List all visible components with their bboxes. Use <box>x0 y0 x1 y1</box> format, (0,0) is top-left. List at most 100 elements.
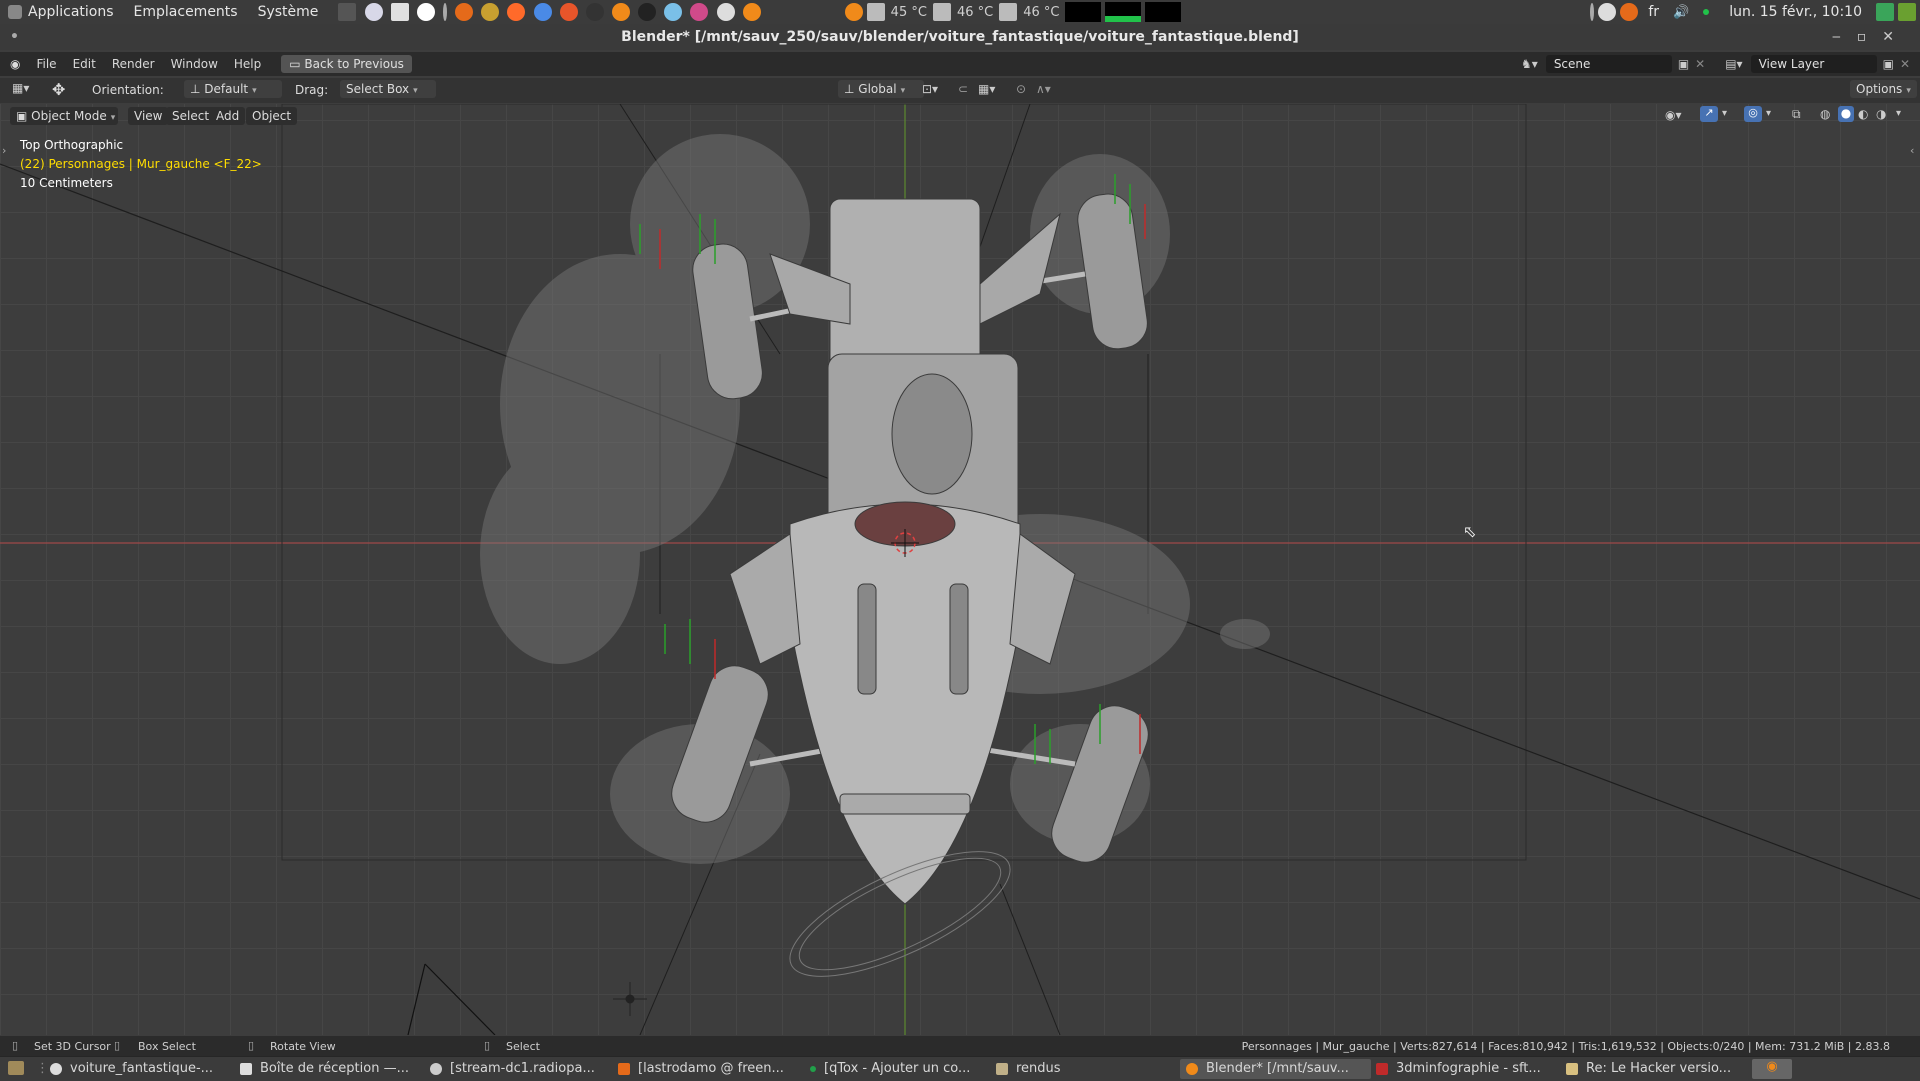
editor-type-icon[interactable]: ▦▾ <box>12 81 29 95</box>
maximize-icon[interactable]: ▫ <box>1857 29 1883 45</box>
obs-icon[interactable] <box>585 3 604 21</box>
x-tray-icon[interactable] <box>1620 3 1639 21</box>
overlay-dropdown-icon[interactable]: ▾ <box>1766 108 1771 119</box>
show-desktop-icon[interactable] <box>8 1061 24 1075</box>
menu-systeme[interactable]: Système <box>258 4 319 20</box>
scene-new-icon[interactable]: ▣ <box>1678 57 1689 71</box>
mode-dropdown[interactable]: ▣ Object Mode ▾ <box>10 107 118 125</box>
task-3dminfographie[interactable]: 3dminfographie - sft... <box>1376 1059 1556 1079</box>
menu-window[interactable]: Window <box>171 57 218 71</box>
menu-help[interactable]: Help <box>234 57 261 71</box>
back-to-previous-button[interactable]: ▭ Back to Previous <box>281 55 412 73</box>
scene-icon[interactable]: ♞▾ <box>1521 57 1538 71</box>
pinwheel-icon[interactable] <box>690 3 709 21</box>
snap-toggle-icon[interactable]: ⊂ <box>958 82 968 96</box>
task-blender[interactable]: Blender* [/mnt/sauv... <box>1180 1059 1371 1079</box>
pivot-point-icon[interactable]: ⊡▾ <box>922 82 938 96</box>
blender-icon[interactable] <box>611 3 630 21</box>
hexchat-task-icon <box>618 1062 630 1075</box>
task-boite-de-reception[interactable]: Boîte de réception —... <box>240 1059 415 1079</box>
blender-tray-icon[interactable] <box>844 3 863 21</box>
scene-field[interactable]: Scene <box>1545 55 1672 73</box>
volume-icon[interactable]: 🔊 <box>1673 5 1689 20</box>
launcher-icons <box>338 3 764 21</box>
files-icon[interactable] <box>390 3 409 21</box>
gizmo-toggle-icon[interactable]: ↗ <box>1700 106 1718 122</box>
clock[interactable]: lun. 15 févr., 10:10 <box>1729 4 1862 20</box>
menu-dots-icon[interactable] <box>442 3 447 21</box>
chromium-icon[interactable] <box>533 3 552 21</box>
menu-object[interactable]: Object <box>246 107 298 125</box>
proportional-edit-icon[interactable]: ⊙ <box>1016 82 1026 96</box>
shading-rendered-icon[interactable]: ◑ <box>1876 107 1886 121</box>
tray-dots-icon[interactable] <box>1590 3 1595 21</box>
grid-scale-label: 10 Centimeters <box>20 176 113 190</box>
status-dot-icon <box>1703 9 1710 15</box>
view-layer-icon[interactable]: ▤▾ <box>1725 57 1742 71</box>
visibility-icon[interactable]: ◉▾ <box>1665 108 1682 122</box>
xray-toggle-icon[interactable]: ⧉ <box>1792 107 1801 122</box>
terminal-icon[interactable] <box>338 3 357 21</box>
object-edge <box>407 963 426 1035</box>
drag-dropdown[interactable]: Select Box ▾ <box>340 80 436 98</box>
snap-target-icon[interactable]: ▦▾ <box>978 82 995 96</box>
record-icon[interactable] <box>1598 3 1617 21</box>
options-dropdown[interactable]: Options ▾ <box>1850 80 1917 98</box>
menu-applications[interactable]: Applications <box>28 4 114 20</box>
task-rendus[interactable]: rendus <box>996 1059 1156 1079</box>
view-layer-field[interactable]: View Layer <box>1750 55 1877 73</box>
3d-viewport[interactable]: ⬁ Top Orthographic (22) Personnages | Mu… <box>0 104 1920 1035</box>
move-tool-icon[interactable]: ✥ <box>52 80 65 99</box>
close-icon[interactable]: ✕ <box>1882 29 1910 45</box>
applications-logo-icon[interactable] <box>8 5 22 19</box>
gimp-icon[interactable] <box>481 3 500 21</box>
blender-task-icon <box>1186 1062 1198 1075</box>
panel-end-icon[interactable] <box>1898 3 1916 21</box>
menu-render[interactable]: Render <box>112 57 155 71</box>
krita-icon[interactable] <box>664 3 683 21</box>
gizmo-dropdown-icon[interactable]: ▾ <box>1722 108 1727 119</box>
window-menu-dot[interactable]: • <box>10 24 19 50</box>
task-voiture-fantastique[interactable]: voiture_fantastique-... <box>50 1059 225 1079</box>
menu-add[interactable]: Add <box>210 107 246 125</box>
disk-icon[interactable] <box>364 3 383 21</box>
view-layer-new-icon[interactable]: ▣ <box>1883 57 1894 71</box>
overlay-toggle-icon[interactable]: ◎ <box>1744 106 1762 122</box>
menu-file[interactable]: File <box>36 57 56 71</box>
ubuntu-icon[interactable] <box>559 3 578 21</box>
menu-view[interactable]: View <box>128 107 169 125</box>
object-mode-icon: ▣ <box>16 109 32 123</box>
transform-orientation-dropdown[interactable]: ⊥ Global ▾ <box>838 80 924 98</box>
menu-select[interactable]: Select <box>166 107 216 125</box>
shading-solid-icon[interactable]: ● <box>1838 106 1854 122</box>
view-layer-remove-icon[interactable]: ✕ <box>1900 57 1910 71</box>
menu-emplacements[interactable]: Emplacements <box>134 4 238 20</box>
menu-edit[interactable]: Edit <box>73 57 96 71</box>
workspace-switcher[interactable]: ◉ <box>1752 1059 1792 1079</box>
toolbar-toggle-icon[interactable]: › <box>2 144 6 157</box>
blender-logo-icon[interactable]: ◉ <box>10 57 20 71</box>
orientation-dropdown[interactable]: ⊥ Default ▾ <box>184 80 282 98</box>
task-le-hacker[interactable]: Re: Le Hacker versio... <box>1566 1059 1741 1079</box>
shading-wireframe-icon[interactable]: ◍ <box>1820 107 1830 121</box>
shading-material-icon[interactable]: ◐ <box>1858 107 1868 121</box>
skull-icon[interactable] <box>716 3 735 21</box>
x-app-icon[interactable] <box>455 3 474 21</box>
mail-tray-icon[interactable] <box>1876 3 1894 21</box>
sidebar-toggle-icon[interactable]: ‹ <box>1910 144 1914 157</box>
task-qtox[interactable]: [qTox - Ajouter un co... <box>810 1059 985 1079</box>
falloff-icon[interactable]: ∧▾ <box>1036 82 1051 96</box>
minimize-icon[interactable]: ‒ <box>1832 29 1857 45</box>
inkscape-icon[interactable] <box>638 3 657 21</box>
keyboard-language[interactable]: fr <box>1648 4 1659 20</box>
task-stream-radio[interactable]: [stream-dc1.radiopa... <box>430 1059 605 1079</box>
app-icon[interactable] <box>416 3 435 21</box>
firefox-icon[interactable] <box>507 3 526 21</box>
object-edge <box>1059 573 1920 900</box>
drag-label: Drag: <box>295 83 329 97</box>
blender-alt-icon[interactable] <box>742 3 761 21</box>
task-lastrodamo[interactable]: [lastrodamo @ freen... <box>618 1059 798 1079</box>
scene-remove-icon[interactable]: ✕ <box>1695 57 1705 71</box>
shading-dropdown-icon[interactable]: ▾ <box>1896 108 1901 119</box>
collection-info-label: (22) Personnages | Mur_gauche <F_22> <box>20 157 262 171</box>
